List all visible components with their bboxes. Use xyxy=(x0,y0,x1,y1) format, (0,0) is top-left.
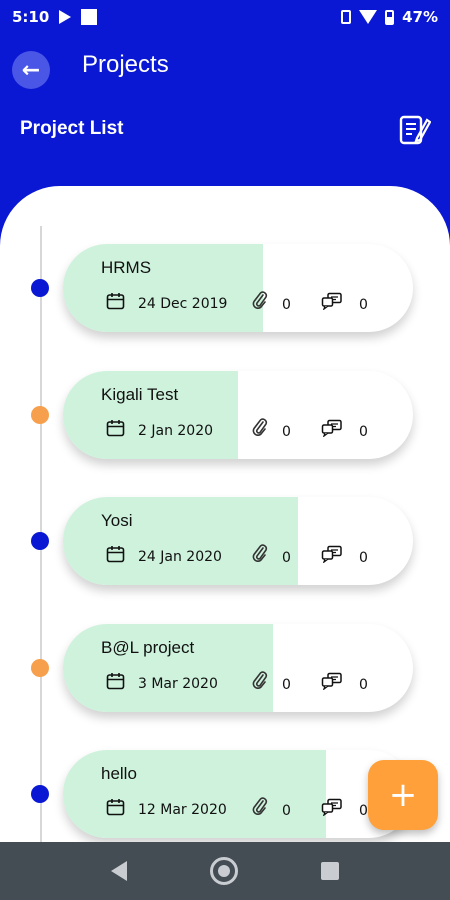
project-name: B@L project xyxy=(101,638,195,657)
timeline-dot xyxy=(31,659,49,677)
project-date: 3 Mar 2020 xyxy=(138,676,218,692)
recents-square-icon[interactable] xyxy=(320,862,339,880)
battery-icon xyxy=(385,9,395,25)
project-list-heading: Project List xyxy=(20,118,124,139)
comment-count: 0 xyxy=(359,424,368,440)
timeline-dot xyxy=(31,785,49,803)
paperclip-icon xyxy=(252,544,268,563)
project-name: Kigali Test xyxy=(101,385,179,404)
project-date: 24 Dec 2019 xyxy=(138,296,228,312)
attachment-count: 0 xyxy=(282,297,291,313)
project-card[interactable]: Kigali Test 2 Jan 2020 0 0 xyxy=(63,371,413,459)
timeline-dot xyxy=(31,279,49,297)
battery-percentage: 47% xyxy=(402,8,438,26)
app-bar: ← Projects xyxy=(0,45,450,91)
system-nav-bar xyxy=(0,842,450,900)
comment-count: 0 xyxy=(359,550,368,566)
calendar-icon xyxy=(106,798,125,816)
paperclip-icon xyxy=(252,418,268,437)
comments-icon xyxy=(321,419,343,438)
document-edit-icon[interactable] xyxy=(397,112,431,148)
attachment-count: 0 xyxy=(282,550,291,566)
vibrate-icon xyxy=(341,10,352,24)
home-circle-icon[interactable] xyxy=(209,857,238,885)
calendar-icon xyxy=(106,545,125,563)
project-date: 2 Jan 2020 xyxy=(138,423,214,439)
project-date: 12 Mar 2020 xyxy=(138,802,227,818)
status-time: 5:10 xyxy=(12,8,50,26)
comments-icon xyxy=(321,292,343,311)
play-icon xyxy=(59,10,72,24)
comments-icon xyxy=(321,545,343,564)
attachment-count: 0 xyxy=(282,677,291,693)
project-card[interactable]: Yosi 24 Jan 2020 0 0 xyxy=(63,497,413,585)
back-triangle-icon[interactable] xyxy=(111,861,128,881)
square-notification-icon xyxy=(81,9,98,25)
comment-count: 0 xyxy=(359,677,368,693)
add-project-button[interactable]: + xyxy=(368,760,438,830)
timeline-dot xyxy=(31,532,49,550)
project-date: 24 Jan 2020 xyxy=(138,549,222,565)
attachment-count: 0 xyxy=(282,424,291,440)
plus-icon: + xyxy=(388,775,418,815)
comments-icon xyxy=(321,798,343,817)
paperclip-icon xyxy=(252,797,268,816)
comments-icon xyxy=(321,672,343,691)
project-card[interactable]: hello 12 Mar 2020 0 0 xyxy=(63,750,413,838)
status-bar: 5:10 47% xyxy=(0,0,450,34)
calendar-icon xyxy=(106,419,125,437)
timeline-dot xyxy=(31,406,49,424)
arrow-left-icon: ← xyxy=(21,57,41,83)
project-progress-fill xyxy=(63,497,298,585)
wifi-icon xyxy=(359,10,378,24)
comment-count: 0 xyxy=(359,803,368,819)
back-button[interactable]: ← xyxy=(12,51,50,89)
attachment-count: 0 xyxy=(282,803,291,819)
comment-count: 0 xyxy=(359,297,368,313)
project-card[interactable]: HRMS 24 Dec 2019 0 0 xyxy=(63,244,413,332)
project-name: hello xyxy=(101,764,137,783)
calendar-icon xyxy=(106,672,125,690)
project-name: HRMS xyxy=(101,258,152,277)
page-title: Projects xyxy=(82,51,169,78)
project-name: Yosi xyxy=(101,511,133,530)
paperclip-icon xyxy=(252,291,268,310)
paperclip-icon xyxy=(252,671,268,690)
project-card[interactable]: B@L project 3 Mar 2020 0 0 xyxy=(63,624,413,712)
project-progress-fill xyxy=(63,244,263,332)
calendar-icon xyxy=(106,292,125,310)
